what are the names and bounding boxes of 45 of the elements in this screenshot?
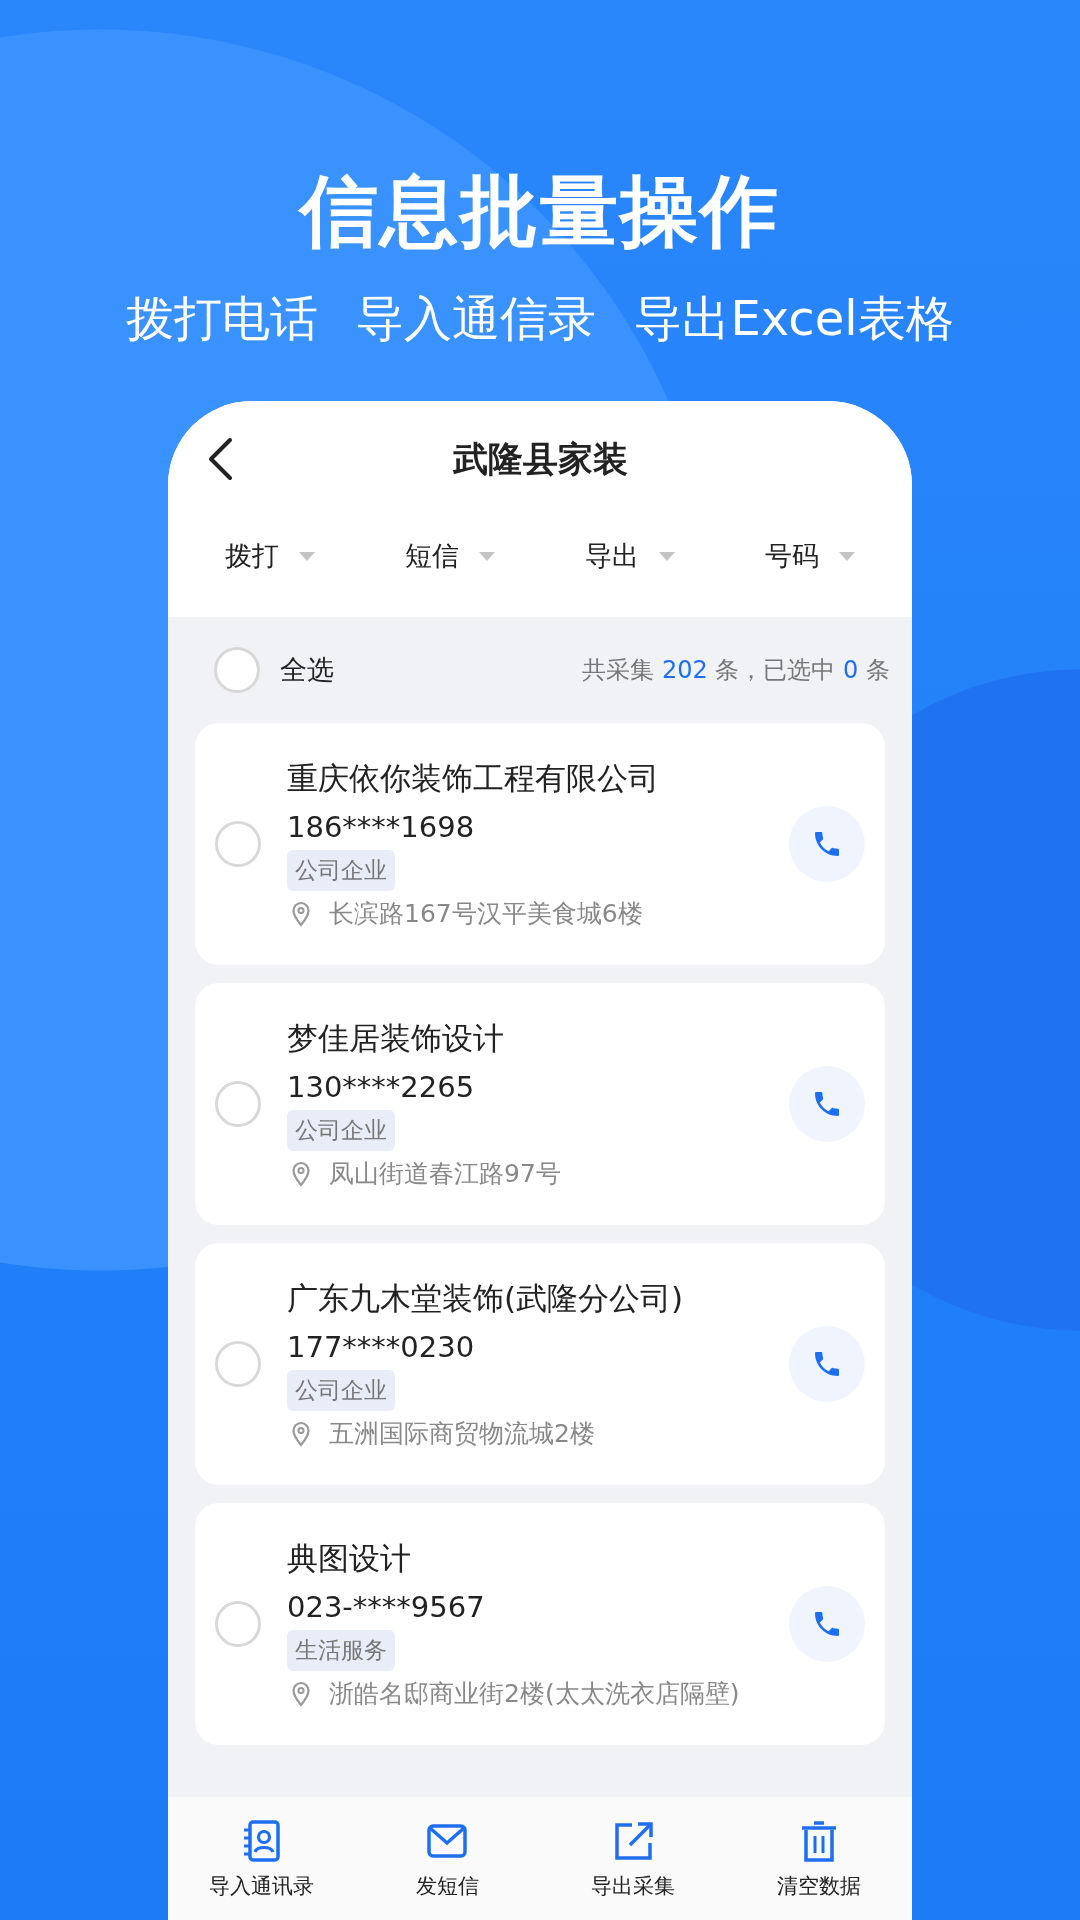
back-icon[interactable] xyxy=(206,437,234,481)
location-pin-icon xyxy=(291,1420,311,1447)
select-radio[interactable] xyxy=(215,1601,261,1647)
address-text: 凤山街道春江路97号 xyxy=(329,1158,561,1190)
phone-number: 023-****9567 xyxy=(287,1590,486,1624)
summary-text: 共采集 202 条，已选中 0 条 xyxy=(582,655,890,686)
select-radio[interactable] xyxy=(215,1081,261,1127)
location-pin-icon xyxy=(291,1680,311,1707)
phone-number: 177****0230 xyxy=(287,1330,476,1364)
headline: 信息批量操作 xyxy=(300,165,780,258)
contact-name: 梦佳居装饰设计 xyxy=(287,1019,505,1058)
location-pin-icon xyxy=(291,1160,311,1187)
location-pin-icon xyxy=(291,900,311,927)
select-radio[interactable] xyxy=(215,1341,261,1387)
select-all-label: 全选 xyxy=(280,653,335,687)
contact-name: 重庆依你装饰工程有限公司 xyxy=(287,759,660,798)
select-all-radio[interactable] xyxy=(214,647,260,693)
filter-dropdown[interactable]: 号码 xyxy=(720,538,900,574)
category-tag: 公司企业 xyxy=(287,1370,395,1411)
subheadline-text: 导入通信录 xyxy=(356,289,597,348)
address-text: 长滨路167号汉平美食城6楼 xyxy=(329,898,643,930)
subheadline-text: 拨打电话 xyxy=(126,289,319,348)
filter-dropdown[interactable]: 导出 xyxy=(540,538,720,574)
caret-icon xyxy=(839,551,855,561)
filter-dropdown[interactable]: 短信 xyxy=(360,538,540,574)
phone-number: 130****2265 xyxy=(287,1070,476,1104)
contact-name: 典图设计 xyxy=(287,1539,412,1578)
category-tag: 生活服务 xyxy=(287,1630,395,1671)
toolbar-button[interactable]: 清空数据 xyxy=(726,1817,912,1900)
toolbar-button[interactable]: 导出采集 xyxy=(540,1817,726,1900)
subheadline-text: 导出Excel表格 xyxy=(634,289,954,348)
phone-number: 186****1698 xyxy=(287,810,476,844)
category-tag: 公司企业 xyxy=(287,850,395,891)
caret-icon xyxy=(479,551,495,561)
toolbar-button[interactable]: 发短信 xyxy=(354,1817,540,1900)
caret-icon xyxy=(299,551,315,561)
contact-name: 广东九木堂装饰(武隆分公司) xyxy=(287,1279,685,1318)
caret-icon xyxy=(659,551,675,561)
address-text: 浙皓名邸商业街2楼(太太洗衣店隔壁) xyxy=(329,1678,740,1710)
category-tag: 公司企业 xyxy=(287,1110,395,1151)
address-text: 五洲国际商贸物流城2楼 xyxy=(329,1418,595,1450)
toolbar-button[interactable]: 导入通讯录 xyxy=(168,1817,354,1900)
select-radio[interactable] xyxy=(215,821,261,867)
filter-dropdown[interactable]: 拨打 xyxy=(180,538,360,574)
screen-title: 武隆县家装 xyxy=(452,437,628,481)
